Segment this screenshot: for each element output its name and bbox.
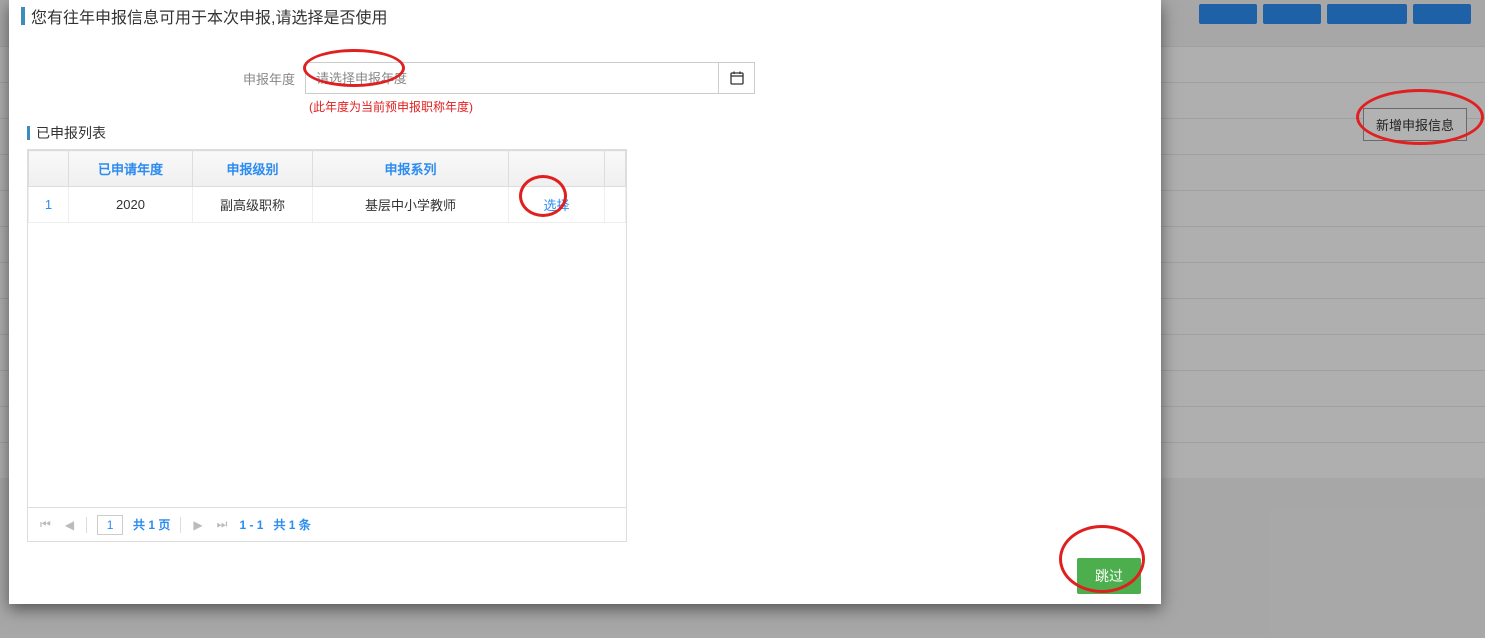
- pager-first-icon[interactable]: ⏮: [38, 517, 53, 532]
- table-empty-area: [28, 223, 626, 507]
- cell-level: 副高级职称: [193, 187, 313, 223]
- row-index: 1: [29, 187, 69, 223]
- title-accent-bar: [21, 7, 25, 25]
- table-row: 1 2020 副高级职称 基层中小学教师 选择: [29, 187, 626, 223]
- select-link[interactable]: 选择: [543, 198, 569, 213]
- col-level: 申报级别: [193, 151, 313, 187]
- year-form-row: 申报年度 (此年度为当前预申报职称年度): [27, 62, 1143, 115]
- previous-declaration-modal: 您有往年申报信息可用于本次申报,请选择是否使用 申报年度: [9, 0, 1161, 604]
- col-series: 申报系列: [313, 151, 509, 187]
- pager-total-pages: 共 1 页: [133, 516, 170, 533]
- year-input[interactable]: [305, 62, 719, 94]
- pager-last-icon[interactable]: ⏭: [215, 517, 230, 532]
- calendar-picker-button[interactable]: [719, 62, 755, 94]
- modal-title-bar: 您有往年申报信息可用于本次申报,请选择是否使用: [9, 0, 1161, 34]
- background-toolbar: [1199, 4, 1471, 24]
- pager-prev-icon[interactable]: ◀: [63, 518, 76, 532]
- pager-next-icon[interactable]: ▶: [191, 518, 204, 532]
- calendar-icon: [730, 71, 744, 85]
- pager-total-records: 共 1 条: [273, 516, 310, 533]
- skip-button[interactable]: 跳过: [1077, 558, 1141, 594]
- add-declaration-button[interactable]: 新增申报信息: [1363, 108, 1467, 141]
- declared-table: 已申请年度 申报级别 申报系列 1 2020 副高级职称 基层中小学教师 选择: [27, 149, 627, 508]
- year-hint-text: (此年度为当前预申报职称年度): [305, 98, 755, 115]
- cell-series: 基层中小学教师: [313, 187, 509, 223]
- declared-list-heading: 已申报列表: [27, 123, 1143, 143]
- pager: ⏮ ◀ 共 1 页 ▶ ⏭ 1 - 1 共 1 条: [27, 508, 627, 542]
- cell-year: 2020: [69, 187, 193, 223]
- pager-range: 1 - 1: [239, 518, 263, 532]
- year-label: 申报年度: [27, 62, 295, 88]
- modal-title-text: 您有往年申报信息可用于本次申报,请选择是否使用: [31, 4, 387, 28]
- modal-footer: 跳过: [9, 548, 1161, 604]
- table-header-row: 已申请年度 申报级别 申报系列: [29, 151, 626, 187]
- pager-page-input[interactable]: [97, 515, 123, 535]
- col-year: 已申请年度: [69, 151, 193, 187]
